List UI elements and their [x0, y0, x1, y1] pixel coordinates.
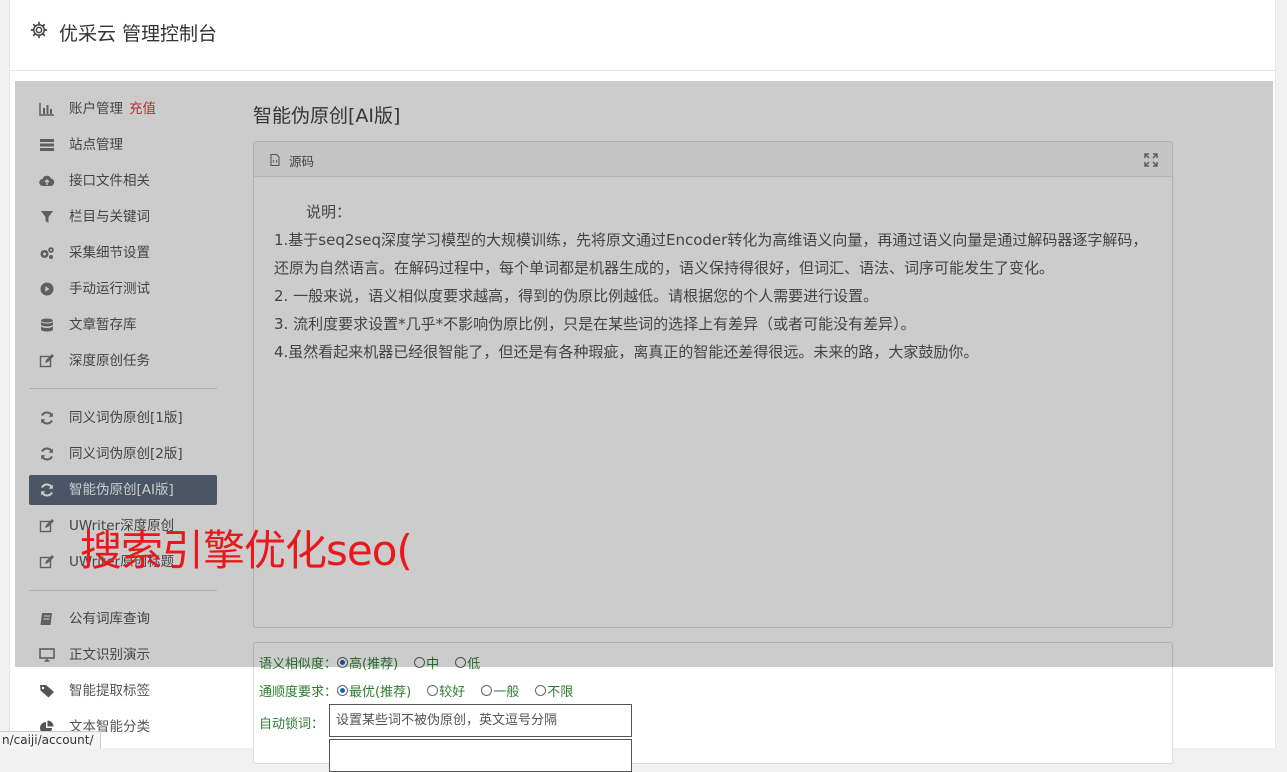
option-label: 不限 — [547, 685, 574, 700]
dim-overlay — [15, 81, 1273, 667]
sidebar-item-label: 智能提取标签 — [69, 683, 150, 699]
sidebar-item-smart-tags[interactable]: 智能提取标签 — [29, 676, 217, 706]
lock-words-input[interactable] — [329, 704, 632, 737]
fluency-row: 通顺度要求： 最优(推荐) 较好 一般 不限 — [259, 681, 589, 700]
option-label: 较好 — [439, 685, 466, 700]
gear-icon — [30, 21, 48, 39]
radio[interactable] — [427, 685, 439, 696]
radio[interactable] — [481, 685, 493, 696]
watermark-text: 搜索引擎优化seo( — [80, 526, 413, 575]
second-text-input[interactable] — [329, 739, 632, 772]
tag-icon — [40, 685, 54, 698]
fluency-option-any[interactable]: 不限 — [535, 685, 573, 700]
app-title: 优采云 管理控制台 — [59, 23, 218, 45]
radio[interactable] — [535, 685, 547, 696]
option-label: 一般 — [493, 685, 520, 700]
fluency-option-normal[interactable]: 一般 — [481, 685, 519, 700]
lock-words-label: 自动锁词： — [259, 717, 325, 732]
fluency-label: 通顺度要求： — [259, 685, 338, 700]
fluency-option-best[interactable]: 最优(推荐) — [337, 685, 411, 700]
top-bar: 优采云 管理控制台 — [10, 0, 1275, 71]
fluency-option-good[interactable]: 较好 — [427, 685, 465, 700]
status-bar-url: n/caiji/account/ — [0, 731, 101, 749]
option-label: 最优(推荐) — [349, 685, 412, 700]
radio-selected[interactable] — [337, 685, 349, 696]
